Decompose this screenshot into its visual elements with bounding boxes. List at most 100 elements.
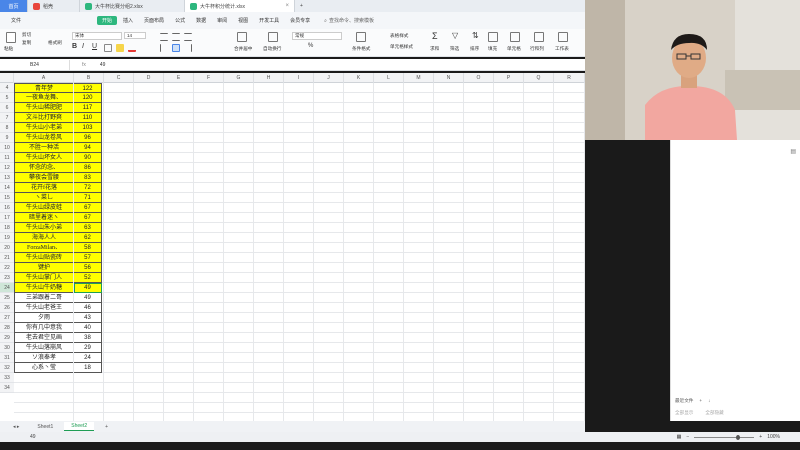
player-name-cell[interactable]: 心系丶莹	[14, 363, 74, 373]
paste-icon[interactable]	[6, 32, 16, 43]
column-header-G[interactable]: G	[224, 73, 254, 83]
row-header[interactable]: 4	[0, 83, 14, 93]
score-cell[interactable]: 63	[74, 223, 102, 233]
score-cell[interactable]: 56	[74, 263, 102, 273]
score-cell[interactable]: 38	[74, 333, 102, 343]
column-header-M[interactable]: M	[404, 73, 434, 83]
close-tab-icon[interactable]: ×	[285, 3, 289, 9]
score-cell[interactable]: 83	[74, 173, 102, 183]
player-name-cell[interactable]: 牛头山朱小弟	[14, 223, 74, 233]
border-icon[interactable]	[104, 44, 112, 52]
rows-columns-icon[interactable]	[534, 32, 544, 42]
player-name-cell[interactable]: 牛头山稀肥肥	[14, 103, 74, 113]
sort-button[interactable]: 排序	[470, 46, 479, 52]
column-header-N[interactable]: N	[434, 73, 464, 83]
player-name-cell[interactable]: 牛头山小老弟	[14, 123, 74, 133]
row-header[interactable]: 30	[0, 343, 14, 353]
row-header[interactable]: 33	[0, 373, 14, 383]
select-all-corner[interactable]	[0, 73, 14, 83]
player-name-cell[interactable]: 不胜一种活	[14, 143, 74, 153]
cells-icon[interactable]	[510, 32, 520, 42]
panel-down-icon[interactable]: ↓	[708, 398, 710, 404]
player-name-cell[interactable]: 牛头山绿皮蛙	[14, 203, 74, 213]
wrap-text-button[interactable]: 自动换行	[263, 46, 281, 52]
tab-file-scores[interactable]: 大牛杯积分统计.xlsx ×	[185, 0, 295, 12]
player-name-cell[interactable]: 你有几中意我	[14, 323, 74, 333]
conditional-format-button[interactable]: 条件格式	[352, 46, 370, 52]
column-header-F[interactable]: F	[194, 73, 224, 83]
player-name-cell[interactable]: 花开f花落	[14, 183, 74, 193]
score-cell[interactable]: 72	[74, 183, 102, 193]
panel-add-icon[interactable]: +	[699, 398, 702, 404]
name-box[interactable]: B24	[0, 59, 70, 70]
score-cell[interactable]: 58	[74, 243, 102, 253]
player-name-cell[interactable]: 一夜鱼龙舞、	[14, 93, 74, 103]
align-left-icon[interactable]	[160, 44, 168, 52]
menu-tab-member[interactable]: 会员专享	[285, 16, 315, 25]
fill-button[interactable]: 填充	[488, 46, 497, 52]
tab-docer[interactable]: 稻壳	[28, 0, 80, 12]
zoom-out-icon[interactable]: −	[686, 434, 689, 440]
score-cell[interactable]: 46	[74, 303, 102, 313]
score-cell[interactable]: 120	[74, 93, 102, 103]
rows-columns-button[interactable]: 行和列	[530, 46, 544, 52]
number-format-select[interactable]: 常规	[292, 32, 342, 40]
row-header[interactable]: 28	[0, 323, 14, 333]
menu-tab-review[interactable]: 审阅	[212, 16, 232, 25]
menu-tab-view[interactable]: 视图	[233, 16, 253, 25]
row-header[interactable]: 23	[0, 273, 14, 283]
menu-tab-data[interactable]: 数据	[191, 16, 211, 25]
percent-button[interactable]: %	[308, 43, 313, 49]
column-header-Q[interactable]: Q	[524, 73, 554, 83]
player-name-cell[interactable]: 牛头山坏女人	[14, 153, 74, 163]
column-header-L[interactable]: L	[374, 73, 404, 83]
row-header[interactable]: 16	[0, 203, 14, 213]
row-header[interactable]: 12	[0, 163, 14, 173]
row-header[interactable]: 9	[0, 133, 14, 143]
show-all-button[interactable]: 全部显示	[675, 410, 693, 416]
score-cell[interactable]: 122	[74, 83, 102, 93]
sum-icon[interactable]: Σ	[432, 31, 438, 41]
score-cell[interactable]: 29	[74, 343, 102, 353]
player-name-cell[interactable]: 牛头山掌门人	[14, 273, 74, 283]
row-header[interactable]: 8	[0, 123, 14, 133]
column-header-J[interactable]: J	[314, 73, 344, 83]
new-tab-button[interactable]: +	[295, 0, 308, 12]
menu-tab-layout[interactable]: 页面布局	[139, 16, 169, 25]
merge-center-icon[interactable]	[237, 32, 247, 42]
player-name-cell[interactable]: 老去君空见画	[14, 333, 74, 343]
score-cell[interactable]: 86	[74, 163, 102, 173]
column-header-R[interactable]: R	[554, 73, 585, 83]
score-cell[interactable]: 103	[74, 123, 102, 133]
row-header[interactable]: 26	[0, 303, 14, 313]
row-header[interactable]: 24	[0, 283, 14, 293]
score-cell[interactable]: 40	[74, 323, 102, 333]
row-header[interactable]: 18	[0, 223, 14, 233]
zoom-level[interactable]: 100%	[767, 434, 780, 440]
player-name-cell[interactable]: 牛头山龙卷风	[14, 133, 74, 143]
copy-button[interactable]: 复制	[22, 40, 31, 46]
row-header[interactable]: 14	[0, 183, 14, 193]
sheet-tab-1[interactable]: Sheet1	[30, 423, 60, 431]
panel-icon[interactable]: ▤	[790, 148, 796, 155]
row-header[interactable]: 13	[0, 173, 14, 183]
menu-file[interactable]: 文件	[6, 16, 26, 25]
font-size-select[interactable]: 14	[124, 32, 146, 39]
menu-tab-formula[interactable]: 公式	[170, 16, 190, 25]
row-header[interactable]: 32	[0, 363, 14, 373]
align-right-icon[interactable]	[184, 44, 192, 52]
tab-file-groups[interactable]: 大牛杯比赛分组2.xlsx	[80, 0, 185, 12]
player-name-cell[interactable]: 牛头山牛奶糖	[14, 283, 74, 293]
worksheet-button[interactable]: 工作表	[555, 46, 569, 52]
player-name-cell[interactable]: 三弟跟着二哥	[14, 293, 74, 303]
filter-button[interactable]: 筛选	[450, 46, 459, 52]
align-middle-icon[interactable]	[172, 33, 180, 41]
column-header-C[interactable]: C	[104, 73, 134, 83]
sheet-tab-2[interactable]: Sheet2	[64, 422, 95, 431]
score-cell[interactable]: 57	[74, 253, 102, 263]
fill-color-icon[interactable]	[116, 44, 124, 52]
zoom-slider-knob[interactable]	[736, 434, 741, 440]
score-cell[interactable]: 94	[74, 143, 102, 153]
menu-tab-developer[interactable]: 开发工具	[254, 16, 284, 25]
score-cell[interactable]: 110	[74, 113, 102, 123]
